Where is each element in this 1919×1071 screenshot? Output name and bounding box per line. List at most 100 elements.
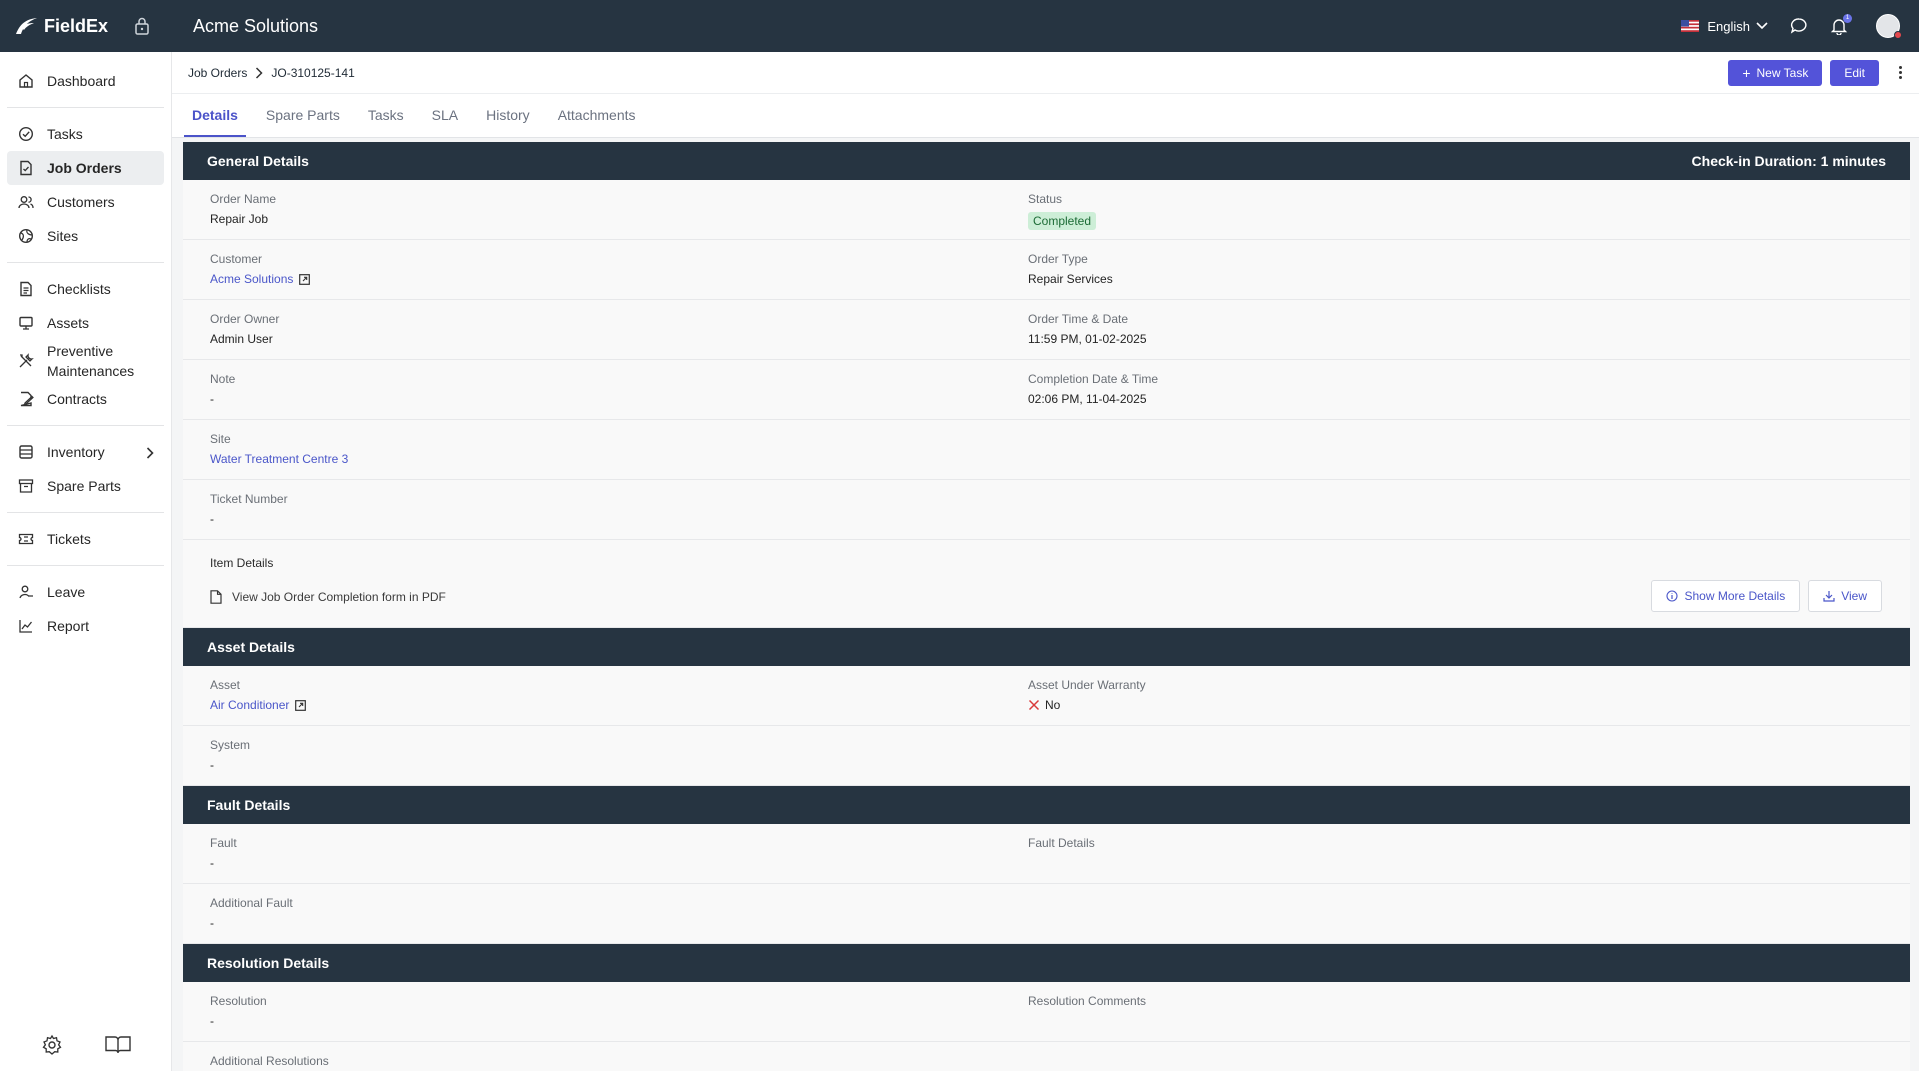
tab-sla[interactable]: SLA: [424, 107, 466, 137]
sidebar-item-checklists[interactable]: Checklists: [7, 272, 164, 306]
field-label: Resolution: [210, 994, 267, 1008]
details-panel: General Details Check-in Duration: 1 min…: [183, 142, 1910, 1071]
new-task-label: New Task: [1756, 65, 1809, 80]
sidebar-item-tickets[interactable]: Tickets: [7, 522, 164, 556]
user-avatar[interactable]: [1876, 14, 1902, 39]
section-title: Resolution Details: [207, 955, 330, 971]
language-selector[interactable]: English: [1681, 19, 1768, 34]
logo[interactable]: FieldEx: [0, 0, 172, 52]
edit-label: Edit: [1844, 65, 1865, 80]
gear-icon[interactable]: [41, 1034, 63, 1061]
sidebar-item-assets[interactable]: Assets: [7, 306, 164, 340]
breadcrumb-bar: Job Orders JO-310125-141 + New Task Edit: [172, 52, 1919, 94]
divider: [7, 565, 164, 566]
field-label: Site: [210, 432, 231, 446]
sidebar-item-tasks[interactable]: Tasks: [7, 117, 164, 151]
section-header-resolution: Resolution Details: [183, 944, 1910, 982]
bell-icon[interactable]: 1: [1830, 14, 1852, 35]
sidebar-footer: [0, 1034, 172, 1061]
tab-attachments[interactable]: Attachments: [550, 107, 644, 137]
sidebar-item-contracts[interactable]: Contracts: [7, 382, 164, 416]
field-label: Fault Details: [1028, 836, 1095, 850]
fieldex-logo-icon: [16, 18, 37, 34]
sidebar-item-label: Tasks: [47, 126, 83, 142]
sidebar-item-job-orders[interactable]: Job Orders: [7, 151, 164, 185]
book-icon[interactable]: [104, 1034, 132, 1061]
sidebar: Dashboard Tasks Job Orders Customers Sit…: [0, 52, 172, 1071]
monitor-icon: [17, 314, 35, 332]
field-label: Asset: [210, 678, 241, 692]
external-link-icon[interactable]: [299, 273, 311, 285]
inventory-icon: [17, 443, 35, 461]
view-label: View: [1841, 589, 1867, 603]
field-label: Customer: [210, 252, 263, 266]
lock-icon[interactable]: [134, 17, 150, 35]
order-time-value: 11:59 PM, 01-02-2025: [1028, 332, 1147, 346]
sidebar-item-label: Tickets: [47, 531, 91, 547]
pdf-link[interactable]: View Job Order Completion form in PDF: [210, 590, 446, 604]
detail-row: Note - Completion Date & Time 02:06 PM, 11…: [183, 360, 1910, 420]
external-link-icon[interactable]: [295, 699, 307, 711]
show-more-details-button[interactable]: Show More Details: [1651, 580, 1801, 612]
detail-row: Order Owner Admin User Order Time & Date 1…: [183, 300, 1910, 360]
detail-row: Additional Fault -: [183, 884, 1910, 944]
completion-value: 02:06 PM, 11-04-2025: [1028, 392, 1147, 406]
order-type-value: Repair Services: [1028, 272, 1113, 286]
field-label: Additional Resolutions: [210, 1054, 329, 1068]
sidebar-item-customers[interactable]: Customers: [7, 185, 164, 219]
section-header-fault: Fault Details: [183, 786, 1910, 824]
section-title: Asset Details: [207, 639, 295, 655]
tab-details[interactable]: Details: [184, 107, 246, 137]
sidebar-item-label: Assets: [47, 315, 90, 331]
sidebar-item-label: Dashboard: [47, 73, 116, 89]
sidebar-item-inventory[interactable]: Inventory: [7, 435, 164, 469]
app-name: FieldEx: [44, 15, 109, 36]
breadcrumb-parent[interactable]: Job Orders: [188, 66, 247, 80]
label-line-2: Maintenances: [47, 363, 135, 379]
main-content: Job Orders JO-310125-141 + New Task Edit …: [172, 52, 1919, 1071]
item-details-title: Item Details: [210, 556, 274, 570]
new-task-button[interactable]: + New Task: [1728, 59, 1823, 86]
download-icon: [1823, 591, 1835, 602]
detail-row: Asset Air Conditioner Asset Under Warrant…: [183, 666, 1910, 726]
label-line-1: Preventive: [47, 343, 114, 359]
sidebar-item-leave[interactable]: Leave: [7, 575, 164, 609]
detail-row: Additional Resolutions: [183, 1042, 1910, 1071]
field-label: Resolution Comments: [1028, 994, 1147, 1008]
field-label: Asset Under Warranty: [1028, 678, 1146, 692]
users-icon: [17, 193, 35, 211]
field-label: Order Owner: [210, 312, 280, 326]
notification-badge: 1: [1843, 14, 1852, 23]
archive-icon: [17, 477, 35, 495]
sidebar-item-preventive-maintenances[interactable]: Preventive Maintenances: [7, 340, 164, 382]
field-label: Status: [1028, 192, 1063, 206]
field-label: System: [210, 738, 251, 752]
top-bar: FieldEx Acme Solutions English 1: [0, 0, 1919, 52]
more-options-icon[interactable]: [1891, 60, 1909, 86]
plus-icon: +: [1742, 64, 1751, 81]
sidebar-item-spare-parts[interactable]: Spare Parts: [7, 469, 164, 503]
edit-button[interactable]: Edit: [1830, 59, 1879, 86]
customer-link[interactable]: Acme Solutions: [210, 272, 311, 286]
view-button[interactable]: View: [1808, 580, 1882, 612]
chat-icon[interactable]: [1790, 17, 1808, 35]
sidebar-item-sites[interactable]: Sites: [7, 219, 164, 253]
warranty-value: No: [1045, 698, 1061, 712]
detail-row: Customer Acme Solutions Order Type Repair …: [183, 240, 1910, 300]
field-label: Ticket Number: [210, 492, 288, 506]
contract-icon: [17, 390, 35, 408]
sidebar-item-dashboard[interactable]: Dashboard: [7, 64, 164, 98]
tab-spare-parts[interactable]: Spare Parts: [258, 107, 348, 137]
detail-row: Ticket Number -: [183, 480, 1910, 540]
field-label: Additional Fault: [210, 896, 293, 910]
user-leave-icon: [17, 583, 35, 601]
sidebar-item-label: Sites: [47, 228, 79, 244]
asset-link[interactable]: Air Conditioner: [210, 698, 307, 712]
item-details-block: Item Details View Job Order Completion f…: [183, 540, 1910, 628]
sidebar-item-report[interactable]: Report: [7, 609, 164, 643]
field-label: Order Name: [210, 192, 277, 206]
tab-history[interactable]: History: [478, 107, 538, 137]
site-link[interactable]: Water Treatment Centre 3: [210, 452, 348, 466]
tab-tasks[interactable]: Tasks: [360, 107, 412, 137]
tools-icon: [17, 352, 35, 370]
